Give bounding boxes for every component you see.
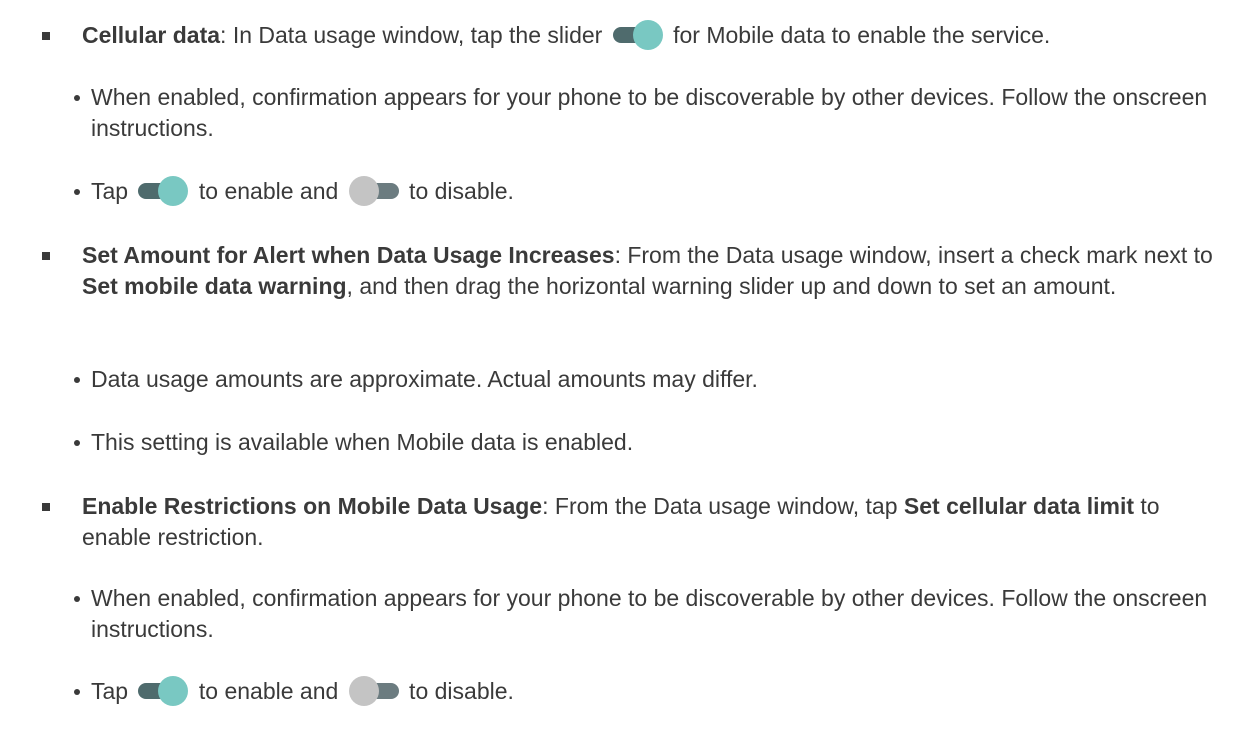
item-text: Enable Restrictions on Mobile Data Usage… bbox=[82, 493, 1160, 550]
square-bullet bbox=[42, 32, 50, 40]
list-item-data-restrictions: Enable Restrictions on Mobile Data Usage… bbox=[42, 491, 1222, 553]
round-bullet bbox=[74, 596, 80, 602]
toggle-on-icon bbox=[612, 20, 663, 50]
round-bullet bbox=[74, 440, 80, 446]
toggle-off-icon bbox=[348, 676, 399, 706]
round-bullet bbox=[74, 189, 80, 195]
sub-list-item: This setting is available when Mobile da… bbox=[74, 427, 1214, 458]
item-heading: Cellular data bbox=[82, 22, 221, 48]
toggle-on-icon bbox=[138, 176, 189, 206]
square-bullet bbox=[42, 252, 50, 260]
sub-list-item: When enabled, confirmation appears for y… bbox=[74, 583, 1214, 645]
item-heading: Enable Restrictions on Mobile Data Usage bbox=[82, 493, 543, 519]
square-bullet bbox=[42, 503, 50, 511]
sub-list-item: When enabled, confirmation appears for y… bbox=[74, 82, 1214, 144]
sub-list-item: Tap to enable and to disable. bbox=[74, 176, 1214, 207]
sub-list-item: Data usage amounts are approximate. Actu… bbox=[74, 364, 1214, 395]
list-item-cellular-data: Cellular data: In Data usage window, tap… bbox=[42, 20, 1222, 51]
item-text: Cellular data: In Data usage window, tap… bbox=[82, 20, 1051, 50]
round-bullet bbox=[74, 95, 80, 101]
sub-list-item: Tap to enable and to disable. bbox=[74, 676, 1214, 707]
item-text: Set Amount for Alert when Data Usage Inc… bbox=[82, 242, 1213, 299]
help-page: Cellular data: In Data usage window, tap… bbox=[0, 0, 1238, 732]
round-bullet bbox=[74, 377, 80, 383]
toggle-on-icon bbox=[138, 676, 189, 706]
round-bullet bbox=[74, 689, 80, 695]
toggle-off-icon bbox=[348, 176, 399, 206]
list-item-data-warning: Set Amount for Alert when Data Usage Inc… bbox=[42, 240, 1222, 302]
item-heading: Set Amount for Alert when Data Usage Inc… bbox=[82, 242, 615, 268]
